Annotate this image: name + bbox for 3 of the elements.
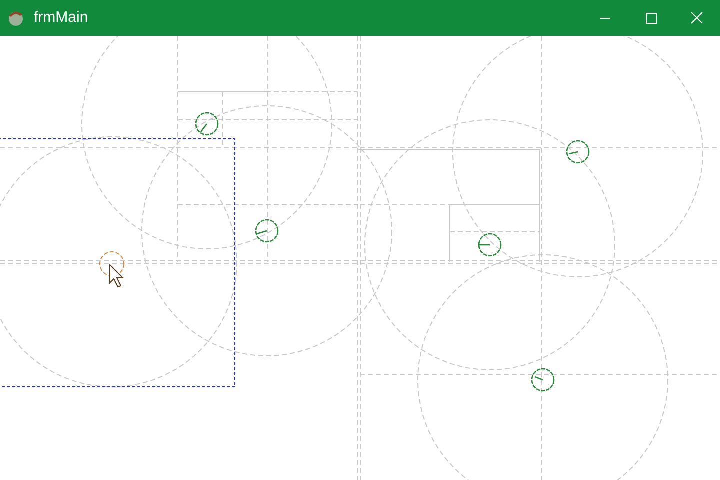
- close-icon: [691, 12, 703, 24]
- maximize-icon: [646, 12, 656, 24]
- window-title: frmMain: [34, 8, 88, 28]
